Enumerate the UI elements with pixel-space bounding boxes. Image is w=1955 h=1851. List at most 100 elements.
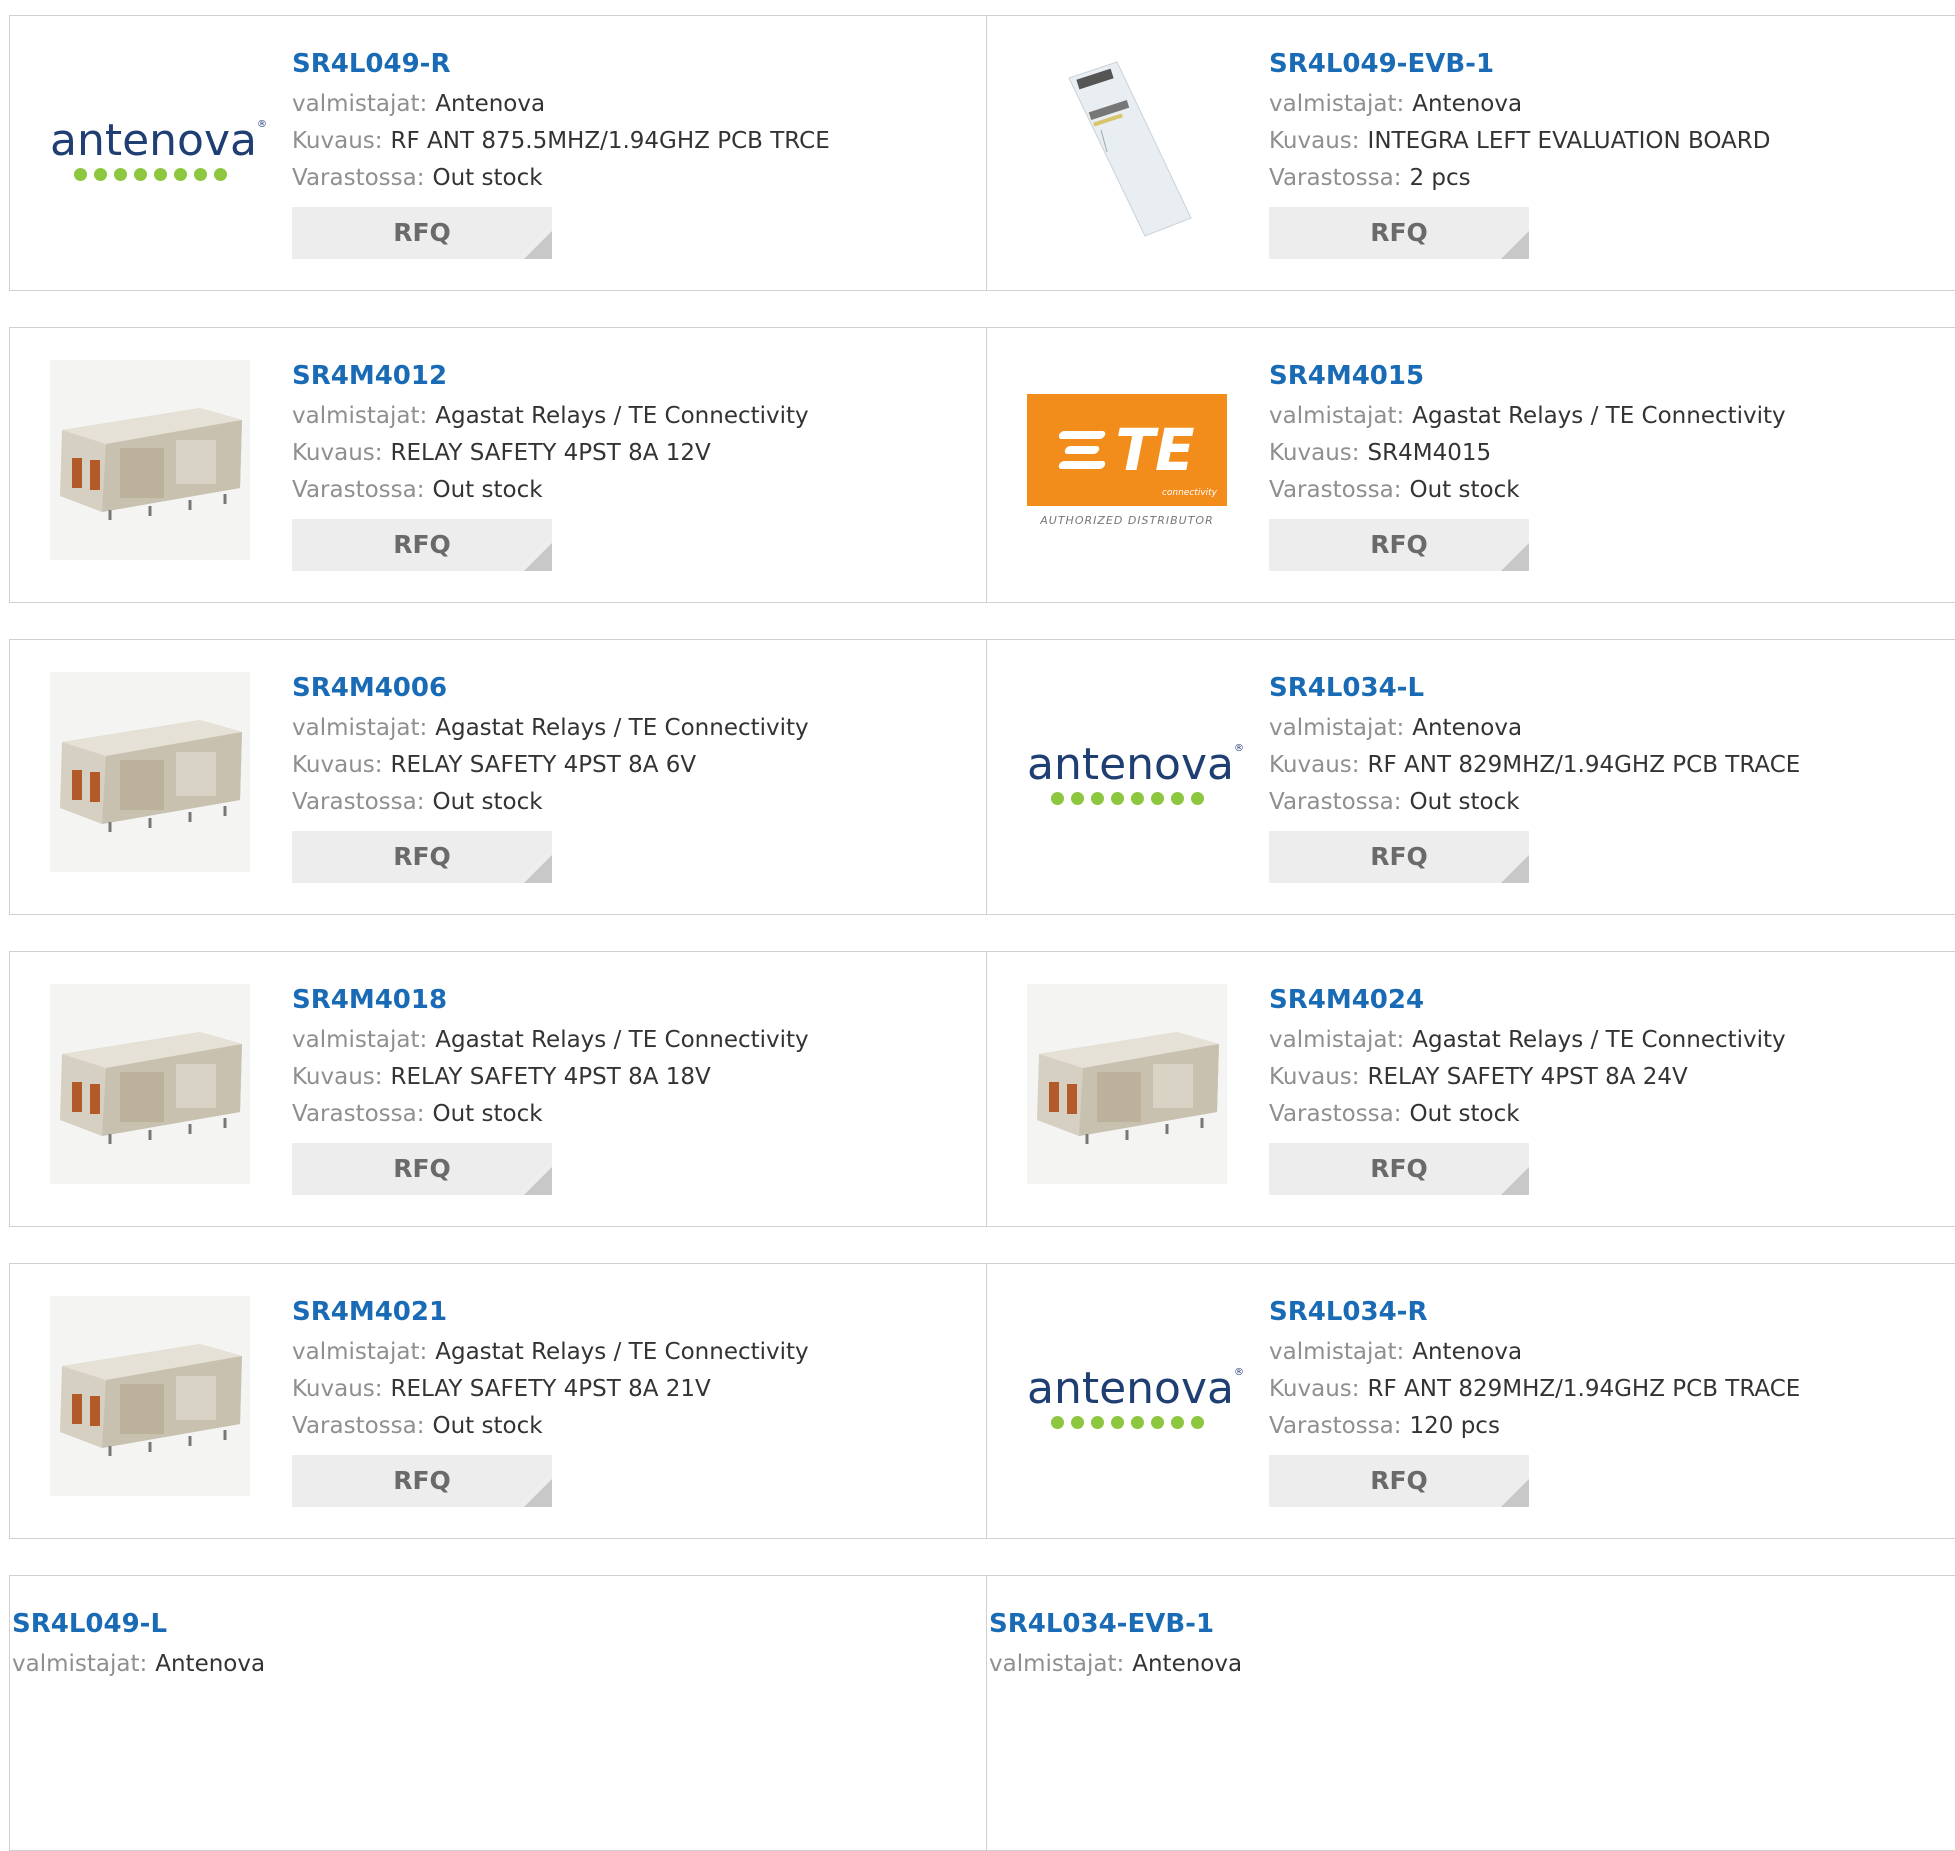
product-info: SR4M4006 valmistajat: Agastat Relays / TE … [292, 670, 976, 883]
product-part-link[interactable]: SR4L034-L [1269, 670, 1953, 710]
stock-label: Varastossa: [292, 477, 425, 503]
product-image[interactable] [1027, 984, 1227, 1184]
te-logo-box: TE connectivity [1027, 393, 1227, 506]
corner-triangle-icon [1501, 1167, 1529, 1195]
product-info: SR4M4012 valmistajat: Agastat Relays / TE … [292, 358, 976, 571]
stock-value: 120 pcs [1409, 1413, 1500, 1439]
product-part-link[interactable]: SR4L034-R [1269, 1294, 1953, 1334]
product-part-link[interactable]: SR4M4015 [1269, 358, 1953, 398]
product-part-link[interactable]: SR4L049-L [12, 1606, 976, 1646]
product-info: SR4L049-EVB-1 valmistajat: Antenova Kuvaus:… [1269, 46, 1953, 259]
rfq-button-label: RFQ [393, 1154, 451, 1183]
stock-row: Varastossa: Out stock [1269, 784, 1953, 821]
manufacturer-value: Agastat Relays / TE Connectivity [435, 403, 809, 429]
manufacturer-value: Antenova [435, 91, 546, 117]
description-label: Kuvaus: [292, 440, 383, 466]
rfq-button[interactable]: RFQ [292, 1455, 552, 1507]
rfq-button[interactable]: RFQ [1269, 1455, 1529, 1507]
manufacturer-label: valmistajat: [292, 715, 428, 741]
product-part-link[interactable]: SR4M4024 [1269, 982, 1953, 1022]
rfq-button[interactable]: RFQ [292, 519, 552, 571]
product-part-link[interactable]: SR4L049-EVB-1 [1269, 46, 1953, 86]
product-image[interactable] [50, 360, 250, 560]
product-image[interactable]: antenova ® [50, 48, 267, 248]
antenova-dot [1170, 792, 1184, 805]
manufacturer-value: Agastat Relays / TE Connectivity [435, 715, 809, 741]
product-image[interactable] [50, 984, 250, 1184]
product-part-link[interactable]: SR4M4021 [292, 1294, 976, 1334]
product-info: SR4M4024 valmistajat: Agastat Relays / TE … [1269, 982, 1953, 1195]
product-part-link[interactable]: SR4L049-R [292, 46, 976, 86]
product-image[interactable] [50, 672, 250, 872]
description-label: Kuvaus: [292, 128, 383, 154]
te-subtitle: connectivity [1161, 487, 1217, 498]
manufacturer-value: Antenova [1412, 91, 1523, 117]
antenova-wordmark: antenova ® [1027, 1363, 1244, 1414]
antenova-dot [1150, 1416, 1164, 1429]
description-label: Kuvaus: [292, 1064, 383, 1090]
product-image[interactable]: antenova ® [1027, 1296, 1244, 1496]
te-connectivity-logo: TE connectivity AUTHORIZED DISTRIBUTOR [1027, 393, 1227, 527]
description-value: RELAY SAFETY 4PST 8A 18V [390, 1064, 711, 1090]
corner-triangle-icon [524, 1167, 552, 1195]
product-image[interactable]: TE connectivity AUTHORIZED DISTRIBUTOR [1027, 360, 1227, 560]
rfq-button-label: RFQ [1370, 842, 1428, 871]
antenova-wordmark: antenova ® [50, 115, 267, 166]
product-card: SR4L049-L valmistajat: Antenova [9, 1575, 987, 1851]
description-value: RELAY SAFETY 4PST 8A 24V [1367, 1064, 1688, 1090]
manufacturer-row: valmistajat: Antenova [1269, 710, 1953, 747]
manufacturer-label: valmistajat: [1269, 1027, 1405, 1053]
corner-triangle-icon [1501, 1479, 1529, 1507]
corner-triangle-icon [1501, 543, 1529, 571]
manufacturer-value: Agastat Relays / TE Connectivity [1412, 1027, 1786, 1053]
product-card: TE connectivity AUTHORIZED DISTRIBUTOR SR4M… [986, 327, 1955, 603]
product-part-link[interactable]: SR4L034-EVB-1 [989, 1606, 1953, 1646]
description-value: RELAY SAFETY 4PST 8A 21V [390, 1376, 711, 1402]
manufacturer-row: valmistajat: Agastat Relays / TE Connecti… [292, 710, 976, 747]
description-value: RF ANT 829MHZ/1.94GHZ PCB TRACE [1367, 1376, 1801, 1402]
manufacturer-label: valmistajat: [989, 1651, 1125, 1677]
description-row: Kuvaus: RF ANT 875.5MHZ/1.94GHZ PCB TRCE [292, 123, 976, 160]
stock-value: Out stock [432, 165, 543, 191]
description-row: Kuvaus: RF ANT 829MHZ/1.94GHZ PCB TRACE [1269, 747, 1953, 784]
product-image[interactable] [1027, 48, 1227, 248]
rfq-button[interactable]: RFQ [292, 831, 552, 883]
rfq-button[interactable]: RFQ [292, 1143, 552, 1195]
rfq-button[interactable]: RFQ [292, 207, 552, 259]
manufacturer-row: valmistajat: Antenova [292, 86, 976, 123]
product-info: SR4L034-L valmistajat: Antenova Kuvaus: RF A… [1269, 670, 1953, 883]
corner-triangle-icon [524, 543, 552, 571]
stock-label: Varastossa: [1269, 1413, 1402, 1439]
product-part-link[interactable]: SR4M4018 [292, 982, 976, 1022]
antenova-dot [1050, 1416, 1064, 1429]
product-info: SR4M4015 valmistajat: Agastat Relays / TE … [1269, 358, 1953, 571]
antenova-dot [1130, 792, 1144, 805]
product-image[interactable]: antenova ® [1027, 672, 1244, 872]
description-label: Kuvaus: [1269, 1064, 1360, 1090]
stock-value: Out stock [1409, 1101, 1520, 1127]
antenova-dot [213, 168, 227, 181]
rfq-button[interactable]: RFQ [1269, 519, 1529, 571]
antenova-dot [1190, 1416, 1204, 1429]
rfq-button[interactable]: RFQ [1269, 1143, 1529, 1195]
stock-label: Varastossa: [1269, 789, 1402, 815]
rfq-button-label: RFQ [1370, 1466, 1428, 1495]
antenova-wordmark: antenova ® [1027, 739, 1244, 790]
antenova-dot [133, 168, 147, 181]
manufacturer-row: valmistajat: Antenova [1269, 1334, 1953, 1371]
antenova-logo: antenova ® [1027, 1363, 1244, 1429]
antenova-dot [113, 168, 127, 181]
registered-mark: ® [256, 119, 267, 130]
manufacturer-row: valmistajat: Antenova [12, 1646, 976, 1683]
rfq-button[interactable]: RFQ [1269, 831, 1529, 883]
stock-label: Varastossa: [292, 789, 425, 815]
rfq-button-label: RFQ [393, 530, 451, 559]
rfq-button[interactable]: RFQ [1269, 207, 1529, 259]
product-info: SR4L034-EVB-1 valmistajat: Antenova [989, 1606, 1953, 1683]
product-part-link[interactable]: SR4M4012 [292, 358, 976, 398]
product-part-link[interactable]: SR4M4006 [292, 670, 976, 710]
stock-row: Varastossa: Out stock [292, 160, 976, 197]
product-image[interactable] [50, 1296, 250, 1496]
antenova-dot [1050, 792, 1064, 805]
product-card: SR4M4021 valmistajat: Agastat Relays / TE … [9, 1263, 987, 1539]
